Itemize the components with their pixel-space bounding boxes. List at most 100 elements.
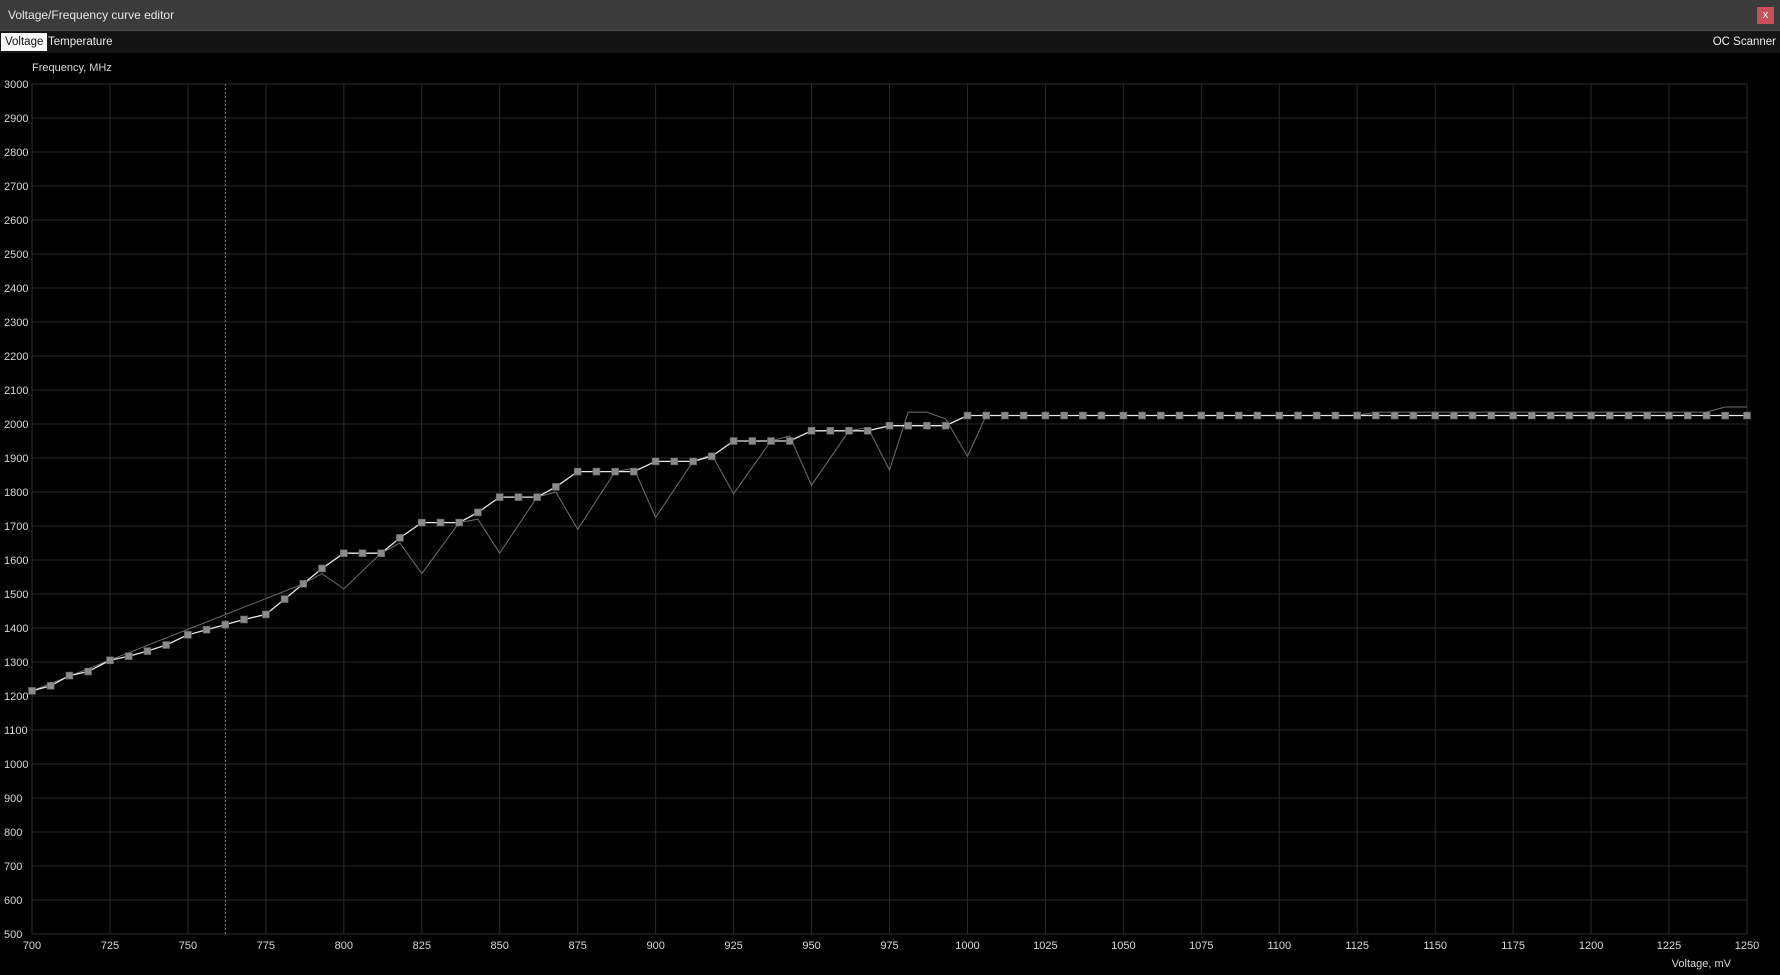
vf-curve-point[interactable] (1294, 411, 1302, 420)
vf-curve-point[interactable] (592, 467, 601, 476)
vf-curve-point[interactable] (221, 620, 230, 629)
vf-curve-point[interactable] (318, 564, 326, 573)
vf-curve-point[interactable] (1643, 411, 1651, 420)
vf-curve-point[interactable] (1312, 411, 1321, 420)
vf-curve-point[interactable] (358, 549, 367, 558)
vf-curve-point[interactable] (28, 687, 36, 695)
close-button[interactable]: x (1757, 7, 1774, 24)
vf-curve-point[interactable] (1157, 411, 1165, 420)
vf-curve-point[interactable] (339, 549, 348, 558)
vf-curve-point[interactable] (1743, 411, 1751, 420)
vf-curve-point[interactable] (1097, 411, 1106, 420)
vf-curve-point[interactable] (184, 630, 192, 639)
vf-curve-point[interactable] (1079, 411, 1087, 420)
vf-curve-point[interactable] (1234, 411, 1243, 420)
vf-curve-chart[interactable]: 700 725 750 775 800 825 850 875 900 925 950 975 1000… (0, 53, 1780, 975)
vf-curve-point[interactable] (1468, 411, 1477, 420)
vf-curve-point[interactable] (1665, 411, 1673, 420)
vf-curve-point[interactable] (729, 437, 738, 445)
vf-curve-point[interactable] (84, 667, 92, 676)
vf-curve-point[interactable] (963, 411, 972, 420)
y-tick-label: 1900 (4, 453, 28, 465)
vf-curve-point[interactable] (651, 457, 660, 466)
vf-curve-point[interactable] (533, 493, 541, 501)
vf-curve-point[interactable] (863, 426, 872, 435)
window-title: Voltage/Frequency curve editor (8, 8, 175, 22)
vf-curve-point[interactable] (1587, 411, 1595, 420)
tab-temperature[interactable]: Temperature (44, 33, 117, 51)
vf-curve-point[interactable] (280, 595, 289, 603)
vf-curve-point[interactable] (1331, 411, 1340, 420)
vf-curve-point[interactable] (1565, 411, 1574, 420)
vf-curve-point[interactable] (106, 656, 114, 665)
vf-curve-point[interactable] (1624, 411, 1633, 420)
vf-curve-point[interactable] (377, 549, 386, 558)
vf-curve-point[interactable] (455, 518, 464, 527)
vf-curve-point[interactable] (262, 610, 270, 619)
vf-curve-point[interactable] (1721, 411, 1729, 420)
vf-curve-point[interactable] (826, 426, 835, 435)
vf-curve-point[interactable] (689, 457, 697, 466)
vf-curve-point[interactable] (573, 467, 582, 476)
vf-curve-point[interactable] (46, 681, 55, 690)
title-bar[interactable]: Voltage/Frequency curve editor x (0, 0, 1780, 31)
vf-curve-point[interactable] (629, 467, 638, 476)
vf-curve-point[interactable] (1041, 411, 1050, 420)
vf-curve-point[interactable] (1060, 411, 1068, 420)
vf-curve-point[interactable] (1275, 411, 1284, 420)
vf-curve-point[interactable] (495, 493, 504, 501)
vf-curve-point[interactable] (396, 534, 404, 542)
vf-curve-point[interactable] (904, 421, 913, 430)
vf-curve-point[interactable] (299, 579, 308, 588)
vf-curve-point[interactable] (417, 518, 426, 527)
vf-curve-point[interactable] (1702, 411, 1711, 420)
vf-curve-point[interactable] (1487, 411, 1496, 420)
vf-curve-point[interactable] (1001, 411, 1009, 420)
vf-curve-point[interactable] (1197, 411, 1206, 420)
vf-curve-point[interactable] (1372, 411, 1380, 420)
vf-curve-point[interactable] (1509, 411, 1517, 420)
vf-curve-point[interactable] (1253, 411, 1262, 420)
vf-curve-point[interactable] (1175, 411, 1184, 420)
vf-curve-point[interactable] (1450, 411, 1458, 420)
vf-curve-point[interactable] (162, 641, 170, 649)
vf-curve-point[interactable] (514, 493, 523, 501)
vf-curve-point[interactable] (124, 652, 133, 661)
tab-voltage[interactable]: Voltage (1, 33, 48, 51)
vf-curve-point[interactable] (1409, 411, 1418, 420)
vf-curve-point[interactable] (1528, 411, 1536, 420)
vf-curve-point[interactable] (670, 457, 679, 466)
vf-curve-point[interactable] (1138, 411, 1146, 420)
vf-curve-point[interactable] (923, 421, 931, 430)
vf-curve-point[interactable] (474, 508, 482, 517)
vf-curve-point[interactable] (1546, 411, 1555, 420)
vf-curve-point[interactable] (436, 518, 445, 527)
vf-curve-point[interactable] (767, 437, 775, 445)
vf-curve-point[interactable] (65, 671, 74, 680)
vf-curve-point[interactable] (941, 421, 950, 430)
vf-curve-point[interactable] (240, 615, 248, 624)
vf-curve-point[interactable] (611, 467, 619, 476)
oc-scanner-button[interactable]: OC Scanner (1713, 33, 1776, 51)
vf-curve-point[interactable] (1119, 411, 1128, 420)
vf-curve-point[interactable] (845, 426, 853, 435)
vf-curve-point[interactable] (143, 647, 152, 655)
vf-curve-point[interactable] (885, 421, 894, 430)
vf-curve-point[interactable] (807, 426, 816, 435)
y-tick-label: 2800 (4, 147, 28, 159)
vf-curve-point[interactable] (1431, 411, 1439, 420)
vf-curve-point[interactable] (1606, 411, 1614, 420)
vf-curve-point[interactable] (1019, 411, 1028, 420)
vf-curve-point[interactable] (785, 437, 794, 445)
vf-curve-point[interactable] (1216, 411, 1224, 420)
vf-curve-point[interactable] (1353, 411, 1361, 420)
x-tick-label: 775 (257, 940, 275, 952)
vf-curve-point[interactable] (1390, 411, 1399, 420)
vf-curve-point[interactable] (707, 452, 716, 461)
chart-svg[interactable]: 700 725 750 775 800 825 850 875 900 925 950 975 1000… (0, 53, 1780, 975)
vf-curve-point[interactable] (202, 625, 211, 634)
vf-curve-point[interactable] (748, 437, 757, 445)
vf-curve-point[interactable] (982, 411, 991, 420)
vf-curve-point[interactable] (552, 483, 560, 491)
vf-curve-point[interactable] (1684, 411, 1692, 420)
